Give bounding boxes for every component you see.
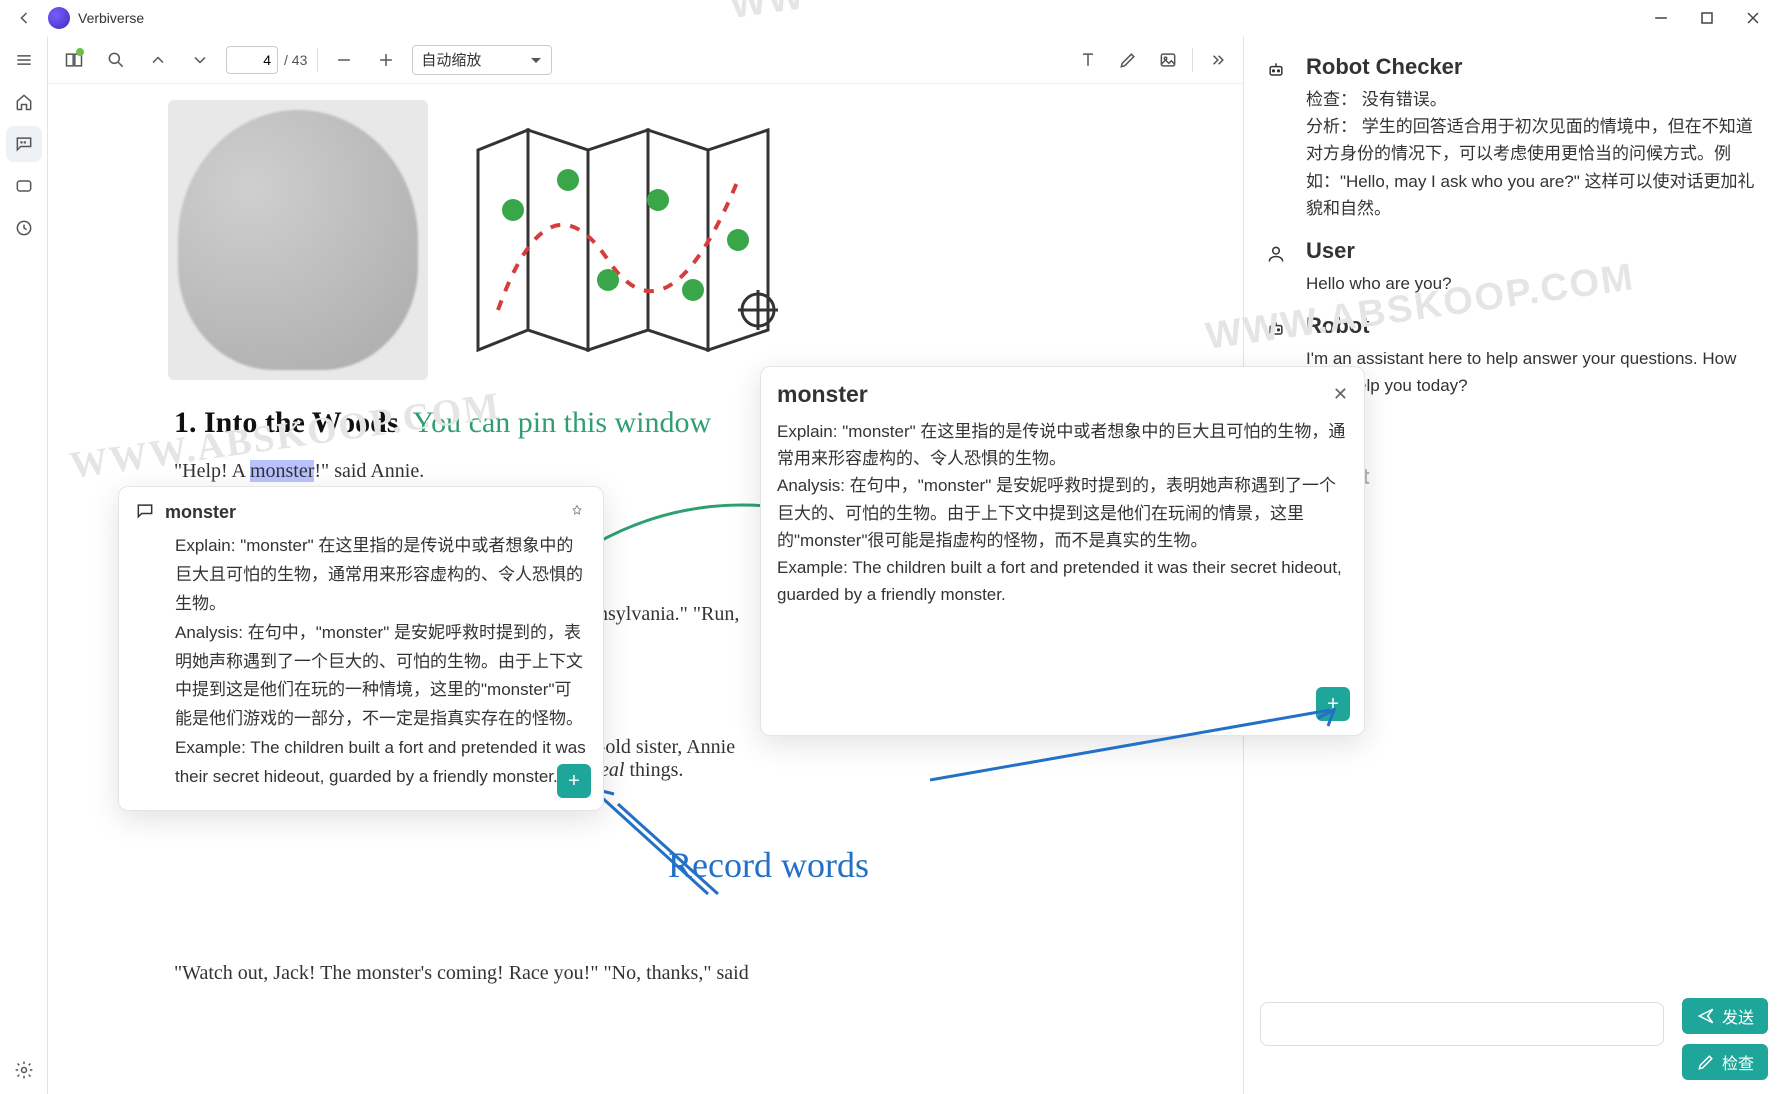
sidebar-settings-icon[interactable] — [6, 1052, 42, 1088]
sidebar-home-icon[interactable] — [6, 84, 42, 120]
text-tool-icon[interactable] — [1072, 44, 1104, 76]
maximize-button[interactable] — [1684, 0, 1730, 36]
word-popup-inline: monster Explain: "monster" 在这里指的是传说中或者想象… — [118, 486, 604, 811]
highlighted-word[interactable]: monster — [250, 460, 314, 482]
chat-role: User — [1306, 416, 1768, 442]
close-button[interactable] — [1730, 0, 1776, 36]
page-total: / 43 — [284, 52, 307, 68]
back-icon[interactable] — [8, 2, 40, 34]
chat-role: User — [1306, 238, 1768, 264]
app-logo-icon — [48, 7, 70, 29]
chat-role: Robot — [1306, 464, 1768, 490]
image-tool-icon[interactable] — [1152, 44, 1184, 76]
sidebar-menu-icon[interactable] — [6, 42, 42, 78]
zoom-select[interactable]: 自动缩放 — [412, 45, 552, 75]
chat-input[interactable] — [1260, 1002, 1664, 1046]
pen-tool-icon[interactable] — [1112, 44, 1144, 76]
popup-word: monster — [777, 381, 868, 408]
zoom-in-icon[interactable] — [370, 44, 402, 76]
zoom-out-icon[interactable] — [328, 44, 360, 76]
chat-role: Robot — [1306, 313, 1768, 339]
illustration-map — [458, 110, 808, 360]
robot-avatar-icon — [1260, 54, 1292, 86]
handwritten-pin-note: You can pin this window — [413, 406, 712, 440]
title-bar: Verbiverse — [0, 0, 1784, 36]
word-popup-pinned: monster ✕ Explain: "monster" 在这里指的是传说中或者… — [760, 366, 1365, 736]
robot-avatar-icon — [1260, 313, 1292, 345]
book-icon[interactable] — [58, 44, 90, 76]
handwritten-record-note: Record words — [668, 844, 869, 886]
next-page-icon[interactable] — [184, 44, 216, 76]
pin-icon[interactable] — [567, 501, 587, 524]
more-tools-icon[interactable] — [1201, 44, 1233, 76]
prev-page-icon[interactable] — [142, 44, 174, 76]
page-input[interactable] — [226, 46, 278, 74]
close-icon[interactable]: ✕ — [1333, 384, 1348, 405]
popup-word: monster — [165, 502, 236, 523]
sidebar-history-icon[interactable] — [6, 210, 42, 246]
chapter-number: 1. — [174, 406, 197, 439]
sidebar-video-icon[interactable] — [6, 168, 42, 204]
reader-toolbar: / 43 自动缩放 — [48, 36, 1243, 84]
chapter-title: Into the Woods — [204, 406, 399, 439]
chat-message: I'm an assistant here to help answer you… — [1306, 345, 1768, 399]
chat-role: Robot Checker — [1306, 54, 1768, 80]
check-button[interactable]: 检查 — [1682, 1044, 1768, 1080]
sidebar-chat-icon[interactable] — [6, 126, 42, 162]
minimize-button[interactable] — [1638, 0, 1684, 36]
add-word-button[interactable]: + — [1316, 687, 1350, 721]
illustration-children — [168, 100, 428, 380]
chat-message: Hello who are you? — [1306, 270, 1768, 297]
user-avatar-icon — [1260, 238, 1292, 270]
add-word-button[interactable]: + — [557, 764, 591, 798]
send-button[interactable]: 发送 — [1682, 998, 1768, 1034]
chat-message: 检查： 没有错误。 分析： 学生的回答适合用于初次见面的情境中，但在不知道对方身… — [1306, 86, 1768, 222]
chat-bubble-icon — [135, 501, 155, 524]
app-title: Verbiverse — [78, 10, 144, 26]
search-icon[interactable] — [100, 44, 132, 76]
